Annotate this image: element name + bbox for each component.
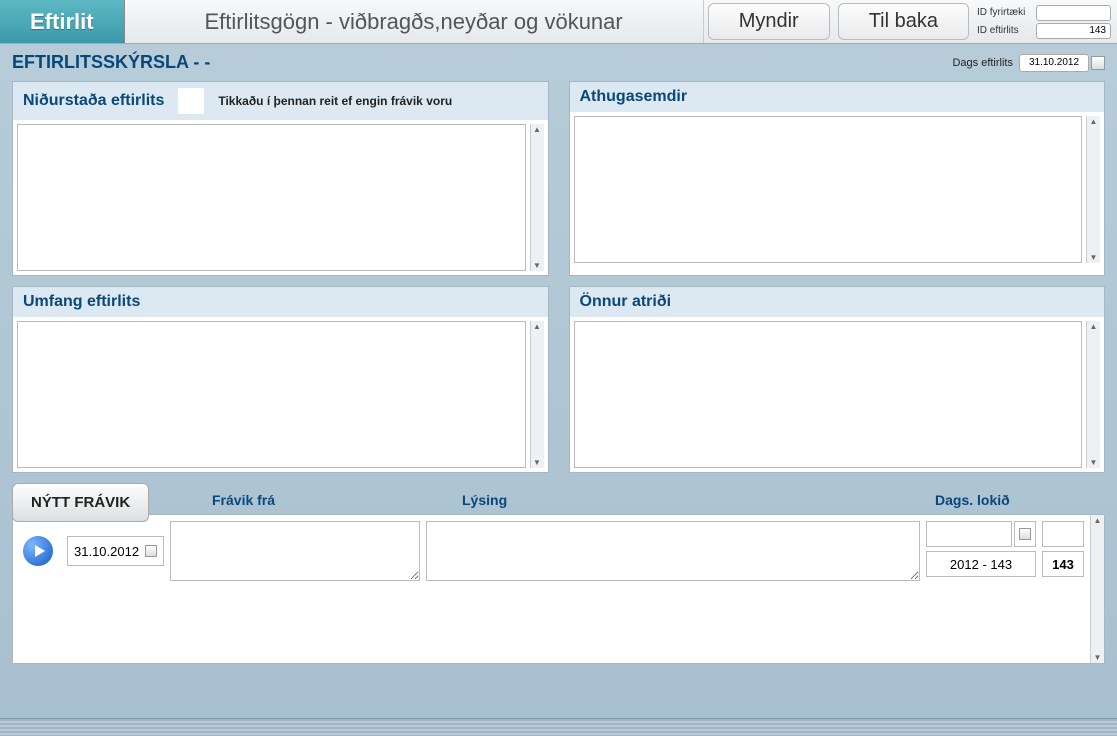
dags-lokid-input[interactable] <box>926 521 1012 547</box>
scroll-up-icon[interactable]: ▲ <box>1090 321 1098 332</box>
panel-nidurstada-title: Niðurstaða eftirlits <box>23 92 164 110</box>
fravik-grid: 31.10.2012 2012 - 143 143 <box>12 514 1105 664</box>
scroll-up-icon[interactable]: ▲ <box>533 124 541 135</box>
scroll-down-icon[interactable]: ▼ <box>533 260 541 271</box>
scroll-up-icon[interactable]: ▲ <box>533 321 541 332</box>
scroll-up-icon[interactable]: ▲ <box>1090 116 1098 127</box>
row-code: 2012 - 143 <box>926 551 1036 577</box>
umfang-textarea[interactable] <box>17 321 526 468</box>
id-eftirlits-label: ID eftirlits <box>977 25 1032 36</box>
panel-athugasemdir: Athugasemdir ▲▼ <box>569 81 1106 276</box>
scrollbar[interactable]: ▲▼ <box>1086 321 1100 468</box>
scroll-down-icon[interactable]: ▼ <box>1090 457 1098 468</box>
myndir-button[interactable]: Myndir <box>708 3 830 40</box>
fravik-fra-input[interactable] <box>170 521 420 581</box>
footer-strip <box>0 718 1117 736</box>
tilbaka-button[interactable]: Til baka <box>838 3 969 40</box>
column-headers: Frávik frá Lýsing Dags. lokið <box>12 492 1105 508</box>
row-num: 143 <box>1042 551 1084 577</box>
table-row: 31.10.2012 2012 - 143 143 <box>19 521 1084 581</box>
row-date-cell[interactable]: 31.10.2012 <box>67 536 164 566</box>
row-date-value: 31.10.2012 <box>74 544 139 559</box>
no-deviation-checkbox[interactable] <box>178 88 204 114</box>
col-lysing: Lýsing <box>462 492 935 508</box>
col-dags-lokid: Dags. lokið <box>935 492 1105 508</box>
calendar-icon[interactable] <box>145 545 157 557</box>
scrollbar[interactable]: ▲ ▼ <box>1090 515 1104 663</box>
scrollbar[interactable]: ▲▼ <box>1086 116 1100 263</box>
header-id-fields: ID fyrirtæki ID eftirlits <box>973 0 1117 43</box>
scroll-down-icon[interactable]: ▼ <box>1090 252 1098 263</box>
scrollbar[interactable]: ▲▼ <box>530 321 544 468</box>
id-fyrirtaeki-label: ID fyrirtæki <box>977 7 1032 18</box>
dags-eftirlits-input[interactable] <box>1019 54 1089 72</box>
panel-umfang: Umfang eftirlits ▲▼ <box>12 286 549 473</box>
scroll-down-icon[interactable]: ▼ <box>533 457 541 468</box>
panel-athugasemdir-title: Athugasemdir <box>580 88 688 106</box>
athugasemdir-textarea[interactable] <box>574 116 1083 263</box>
calendar-icon[interactable] <box>1014 521 1036 547</box>
no-deviation-label: Tikkaðu í þennan reit ef engin frávik vo… <box>218 94 452 108</box>
panel-umfang-title: Umfang eftirlits <box>23 293 140 311</box>
panel-onnur: Önnur atriði ▲▼ <box>569 286 1106 473</box>
page-title: Eftirlitsgögn - viðbragðs,neyðar og vöku… <box>125 0 704 43</box>
onnur-textarea[interactable] <box>574 321 1083 468</box>
report-title: EFTIRLITSSKÝRSLA - - <box>12 52 210 73</box>
id-fyrirtaeki-input[interactable] <box>1036 5 1111 21</box>
scroll-down-icon[interactable]: ▼ <box>1094 652 1102 663</box>
id-eftirlits-input[interactable] <box>1036 23 1111 39</box>
panel-nidurstada: Niðurstaða eftirlits Tikkaðu í þennan re… <box>12 81 549 276</box>
dags-eftirlits-label: Dags eftirlits <box>952 57 1013 69</box>
panel-onnur-title: Önnur atriði <box>580 293 672 311</box>
tab-eftirlit[interactable]: Eftirlit <box>0 0 125 43</box>
row-empty-cell <box>1042 521 1084 547</box>
lysing-input[interactable] <box>426 521 920 581</box>
nidurstada-textarea[interactable] <box>17 124 526 271</box>
scrollbar[interactable]: ▲▼ <box>530 124 544 271</box>
report-bar: EFTIRLITSSKÝRSLA - - Dags eftirlits <box>0 44 1117 81</box>
play-icon[interactable] <box>23 536 53 566</box>
calendar-icon[interactable] <box>1091 56 1105 70</box>
scroll-up-icon[interactable]: ▲ <box>1094 515 1102 526</box>
app-header: Eftirlit Eftirlitsgögn - viðbragðs,neyða… <box>0 0 1117 44</box>
col-fravik-fra: Frávik frá <box>212 492 462 508</box>
